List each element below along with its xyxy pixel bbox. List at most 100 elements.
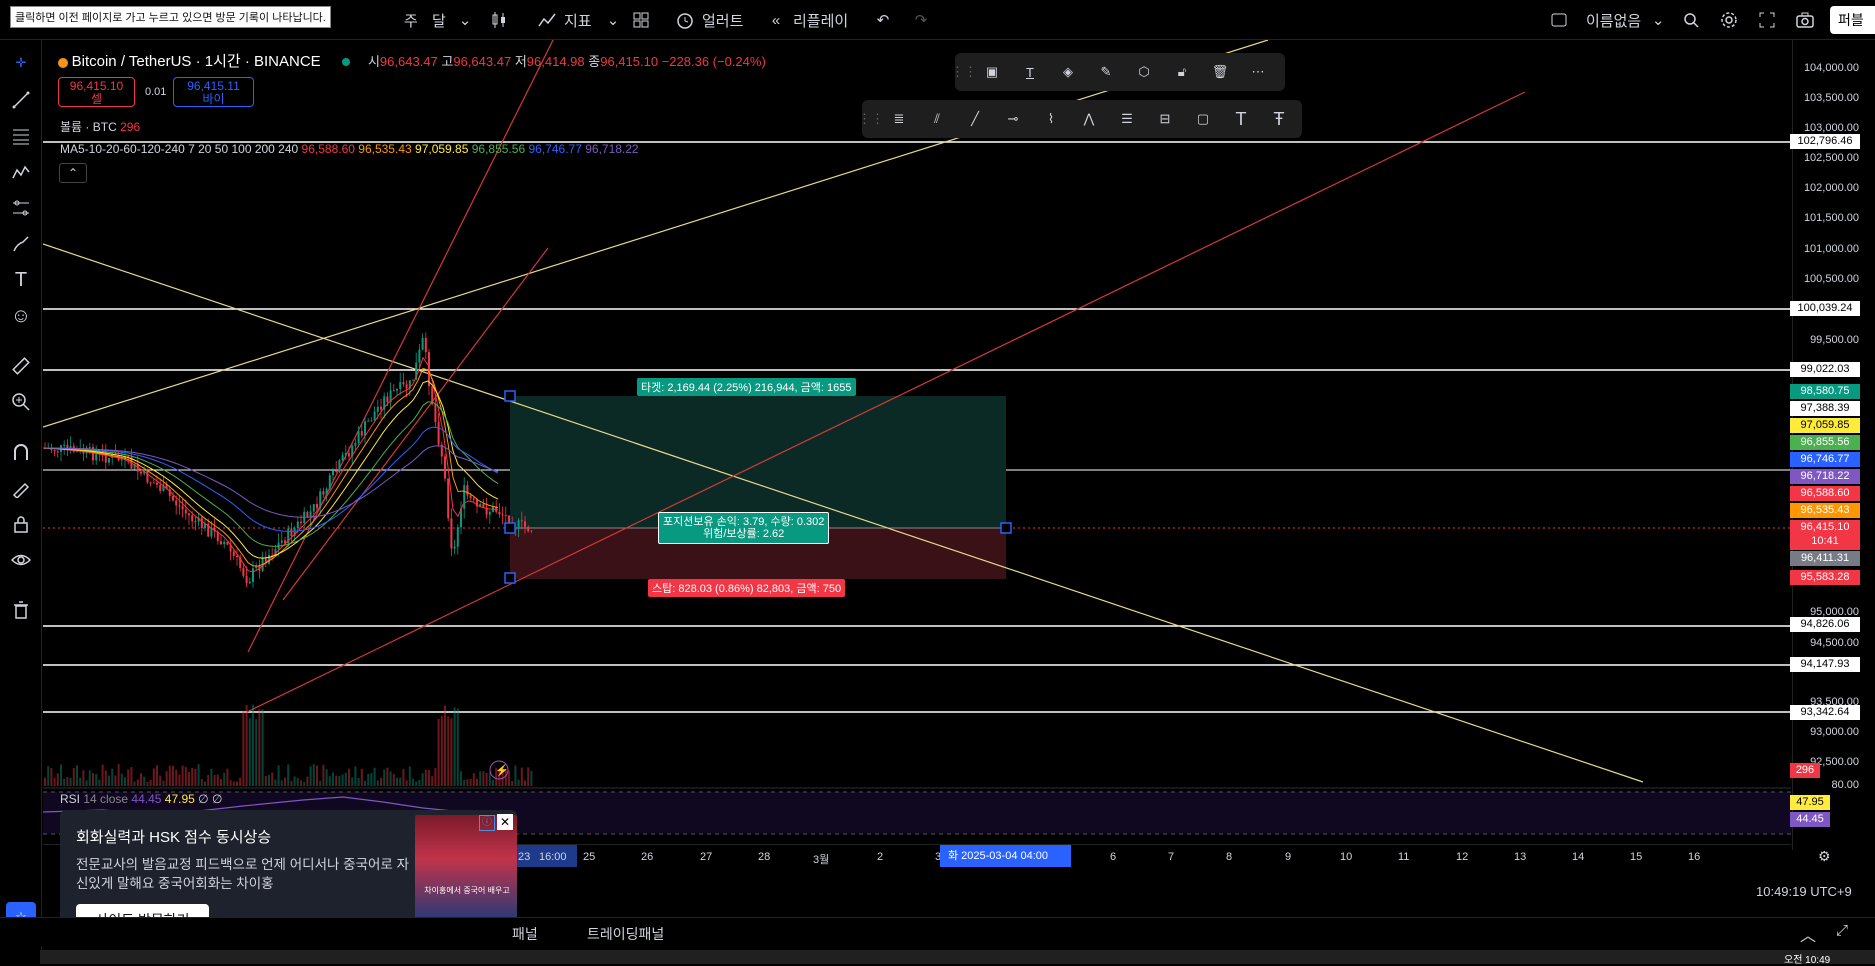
indicators-button[interactable]: 지표 bbox=[536, 8, 592, 32]
timeframe-week-button[interactable]: 주 bbox=[404, 8, 418, 32]
symbol-title: Bitcoin / TetherUS · 1시간 · BINANCE bbox=[71, 53, 321, 70]
fill-bucket-icon[interactable]: ◈ bbox=[1049, 53, 1087, 91]
candle-body bbox=[56, 451, 59, 453]
volume-bar bbox=[271, 772, 274, 786]
search-icon bbox=[1680, 9, 1702, 31]
ma-line bbox=[43, 426, 499, 532]
stop-price-tag: 95,583.28 bbox=[1790, 570, 1860, 585]
settings-button[interactable] bbox=[1718, 8, 1740, 32]
ad-close-icon[interactable]: ✕ bbox=[497, 814, 513, 830]
text-color-icon[interactable]: T bbox=[1011, 53, 1049, 91]
chart-type-button[interactable] bbox=[488, 8, 510, 32]
unlock-icon[interactable]: 🔓︎ bbox=[1163, 53, 1201, 91]
hline-icon[interactable]: ⊸ bbox=[994, 100, 1032, 138]
candle-body bbox=[306, 511, 309, 518]
magnet-icon[interactable] bbox=[6, 437, 36, 467]
layout-name-button[interactable]: 이름없음 ⌄ bbox=[1548, 8, 1669, 32]
publish-button[interactable]: 퍼블리 bbox=[1830, 6, 1875, 56]
more-icon[interactable]: ⋯ bbox=[1239, 53, 1277, 91]
alarm-clock-icon bbox=[674, 9, 696, 31]
delete-icon[interactable]: 🗑︎ bbox=[1201, 53, 1239, 91]
sell-button[interactable]: 96,415.10 셀 bbox=[58, 77, 135, 107]
drag-handle-icon[interactable]: ⋮⋮ bbox=[858, 100, 884, 138]
maximize-icon[interactable]: ⤢ bbox=[1836, 922, 1848, 939]
hline-price-tag: 94,147.93 bbox=[1790, 657, 1860, 672]
volume-bar bbox=[434, 768, 437, 786]
abc-pattern-icon[interactable]: ⋀ bbox=[1070, 100, 1108, 138]
trash-icon[interactable] bbox=[6, 595, 36, 625]
position-label[interactable]: 포지션보유 손익: 3.79, 수량: 0.302 위험/보상률: 2.62 bbox=[658, 512, 830, 544]
wave-icon[interactable]: ⌇ bbox=[1032, 100, 1070, 138]
hlines-icon[interactable]: ≣ bbox=[880, 100, 918, 138]
ad-info-icon[interactable]: ⓘ bbox=[479, 815, 495, 831]
ruler-tool-icon[interactable] bbox=[6, 351, 36, 381]
clock-label[interactable]: 10:49:19 UTC+9 bbox=[1756, 884, 1852, 899]
volume-bar bbox=[380, 777, 382, 786]
brush-tool-icon[interactable] bbox=[6, 229, 36, 259]
indicators-dropdown[interactable]: ⌄ bbox=[602, 8, 624, 32]
chevron-up-icon[interactable]: ︿ bbox=[1800, 922, 1816, 946]
volume-bar bbox=[184, 767, 187, 786]
ma-price-tag: 96,588.60 bbox=[1790, 486, 1860, 501]
candle-body bbox=[373, 411, 376, 421]
text-icon[interactable]: T bbox=[1222, 100, 1260, 138]
drag-handle-icon[interactable]: ⋮⋮ bbox=[951, 53, 977, 91]
eye-icon[interactable] bbox=[6, 545, 36, 575]
forecast-tool-icon[interactable] bbox=[6, 193, 36, 223]
settings-hex-icon[interactable]: ⬡ bbox=[1125, 53, 1163, 91]
axis-settings-icon[interactable]: ⚙ bbox=[1818, 848, 1831, 865]
zoom-in-icon[interactable] bbox=[6, 387, 36, 417]
candle-body bbox=[364, 421, 366, 436]
templates-button[interactable] bbox=[630, 8, 652, 32]
search-button[interactable] bbox=[1680, 8, 1702, 32]
volume-bar bbox=[290, 781, 293, 786]
price-chart[interactable]: ⚡ bbox=[43, 40, 1791, 850]
order-qty[interactable]: 0.01 bbox=[145, 86, 166, 98]
volume-bar bbox=[220, 779, 222, 786]
undo-button[interactable]: ↶ bbox=[872, 8, 894, 32]
os-taskbar: 오전 10:49 bbox=[40, 950, 1875, 966]
rsi-tag: 44.45 bbox=[1790, 812, 1830, 827]
line-color-icon[interactable]: ✎ bbox=[1087, 53, 1125, 91]
fib-tool-icon[interactable] bbox=[6, 121, 36, 151]
channel-icon[interactable]: ⫽ bbox=[918, 100, 956, 138]
collapse-legend-button[interactable]: ⌃ bbox=[59, 163, 87, 183]
rectangle-icon[interactable]: ▢ bbox=[1184, 100, 1222, 138]
timeframe-dropdown[interactable]: ⌄ bbox=[454, 8, 476, 32]
ma-line bbox=[43, 401, 499, 547]
candle-body bbox=[437, 422, 440, 445]
volume-bar bbox=[140, 773, 142, 786]
buy-button[interactable]: 96,415.11 바이 bbox=[173, 77, 254, 107]
screenshot-button[interactable] bbox=[1794, 8, 1816, 32]
svg-text:⚡: ⚡ bbox=[495, 764, 509, 777]
ray-icon[interactable]: ╱ bbox=[956, 100, 994, 138]
candle-body bbox=[357, 431, 360, 444]
fib-channel-icon[interactable]: ☰ bbox=[1108, 100, 1146, 138]
crosshair-tool-icon[interactable]: ✛ bbox=[6, 48, 36, 78]
candle-body bbox=[456, 527, 459, 547]
tab-trading-panel[interactable]: 트레이딩패널 bbox=[587, 924, 664, 944]
alert-button[interactable]: 얼러트 bbox=[674, 8, 743, 32]
volume-bar bbox=[178, 774, 181, 786]
template-icon[interactable]: ▣ bbox=[973, 53, 1011, 91]
lock-icon[interactable] bbox=[6, 509, 36, 539]
pattern-tool-icon[interactable] bbox=[6, 157, 36, 187]
symbol-legend: Bitcoin / TetherUS · 1시간 · BINANCE 시96,6… bbox=[58, 50, 766, 71]
trend-line-tool-icon[interactable] bbox=[6, 85, 36, 115]
hline-price-tag: 102,796.46 bbox=[1790, 134, 1860, 149]
emoji-tool-icon[interactable]: ☺ bbox=[6, 301, 36, 331]
rsi-tag: 47.95 bbox=[1790, 795, 1830, 810]
ad-image[interactable]: 차이홍에서 중국어 배우고 bbox=[415, 815, 517, 925]
anchored-text-icon[interactable]: Ŧ bbox=[1260, 100, 1298, 138]
range-icon[interactable]: ⊟ bbox=[1146, 100, 1184, 138]
candle-body bbox=[236, 555, 238, 558]
redo-button[interactable]: ↷ bbox=[910, 8, 932, 32]
tab-panel[interactable]: 패널 bbox=[512, 924, 538, 944]
volume-bar bbox=[408, 766, 411, 786]
stay-drawing-icon[interactable] bbox=[6, 473, 36, 503]
timeframe-month-button[interactable]: 달 bbox=[432, 8, 446, 32]
fullscreen-button[interactable] bbox=[1756, 8, 1778, 32]
replay-button[interactable]: « 리플레이 bbox=[765, 8, 848, 32]
volume-bar bbox=[517, 779, 520, 786]
text-tool-icon[interactable]: T bbox=[6, 265, 36, 295]
